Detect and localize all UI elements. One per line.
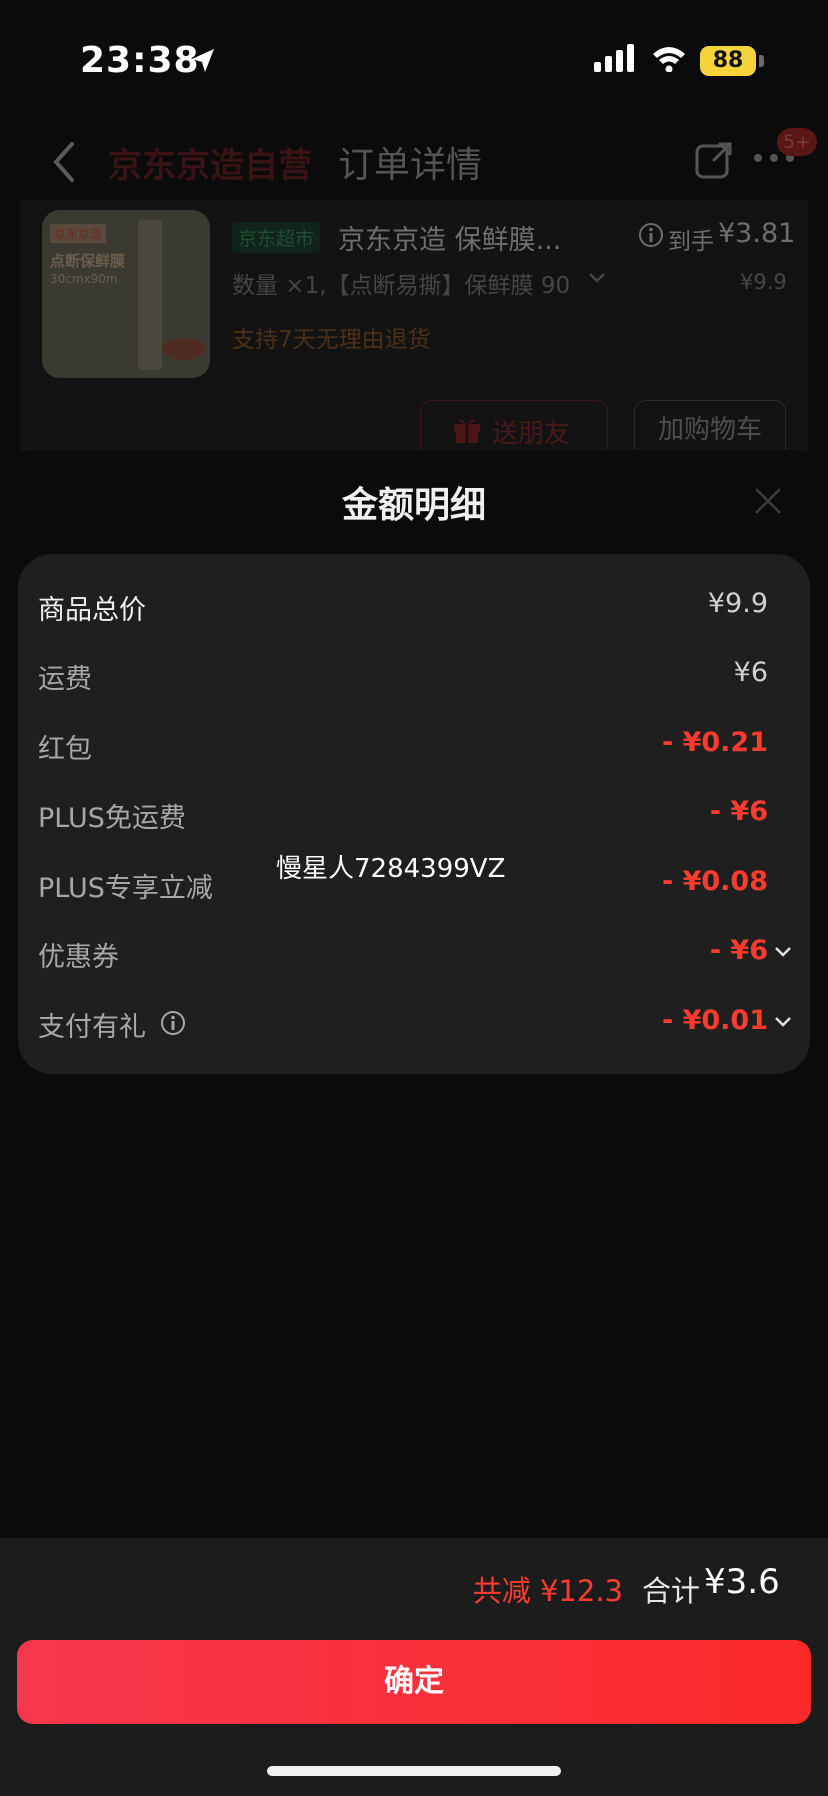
page-title: 订单详情 [338,145,483,186]
send-friend-label: 送朋友 [492,419,571,449]
row-label-red-packet: 红包 [38,734,92,765]
row-value-plus-discount: - ¥0.08 [661,866,768,897]
row-value-coupon[interactable]: - ¥6 [710,935,768,966]
chevron-down-icon[interactable] [588,272,606,284]
row-value-red-packet: - ¥0.21 [661,727,768,758]
product-image[interactable]: 京东京造 点断保鲜膜 30cmx90m [42,210,210,378]
row-value-plus-free-shipping: - ¥6 [709,796,768,827]
row-label-shipping: 运费 [38,664,92,695]
store-name[interactable]: 京东京造自营 [108,138,312,187]
thumb-product-name: 点断保鲜膜 [50,252,126,270]
thumb-size: 30cmx90m [50,272,118,286]
total-savings: 共减 ¥12.3 [472,1574,623,1608]
gift-icon [454,419,480,443]
row-label-plus-discount: PLUS专享立减 [38,873,213,904]
row-label-goods-total: 商品总价 [38,595,146,626]
row-label-payment-gift[interactable]: 支付有礼 [38,1005,146,1044]
confirm-button[interactable]: 确定 [17,1640,811,1724]
back-chevron-icon[interactable] [50,140,78,184]
return-policy: 支持7天无理由退货 [232,327,431,353]
total-sum-value: ¥3.6 [704,1562,780,1602]
chevron-down-icon[interactable] [774,1016,792,1028]
row-value-shipping: ¥6 [733,657,768,688]
sheet-title: 金额明细 [341,485,486,526]
arrive-price: ¥3.81 [718,218,796,249]
arrive-price-label: 到手 [668,229,714,255]
order-detail-page: 京东京造自营 订单详情 5+ 京东京造 点断保鲜膜 30cmx90m 京东超市 … [0,0,828,460]
share-icon[interactable] [694,140,734,180]
product-spec[interactable]: 数量 ×1,【点断易撕】保鲜膜 90 [232,266,610,300]
info-icon[interactable] [160,1010,186,1036]
user-watermark: 慢星人7284399VZ [276,854,506,884]
thumb-roll [138,220,162,370]
product-title[interactable]: 京东京造 保鲜膜... [338,218,561,257]
row-value-goods-total: ¥9.9 [707,588,768,619]
home-indicator[interactable] [267,1766,561,1776]
row-label-plus-free-shipping: PLUS免运费 [38,803,186,834]
original-price: ¥9.9 [740,270,787,294]
thumb-brand-tag: 京东京造 [50,224,107,243]
info-icon[interactable] [638,222,664,248]
notification-badge: 5+ [777,128,818,156]
supermarket-tag: 京东超市 [232,222,321,253]
total-sum-label: 合计 [642,1574,701,1608]
thumb-food [162,338,206,360]
chevron-down-icon[interactable] [774,946,792,958]
close-icon[interactable] [752,485,784,517]
row-label-coupon[interactable]: 优惠券 [38,935,119,974]
row-value-payment-gift[interactable]: - ¥0.01 [662,1005,768,1036]
